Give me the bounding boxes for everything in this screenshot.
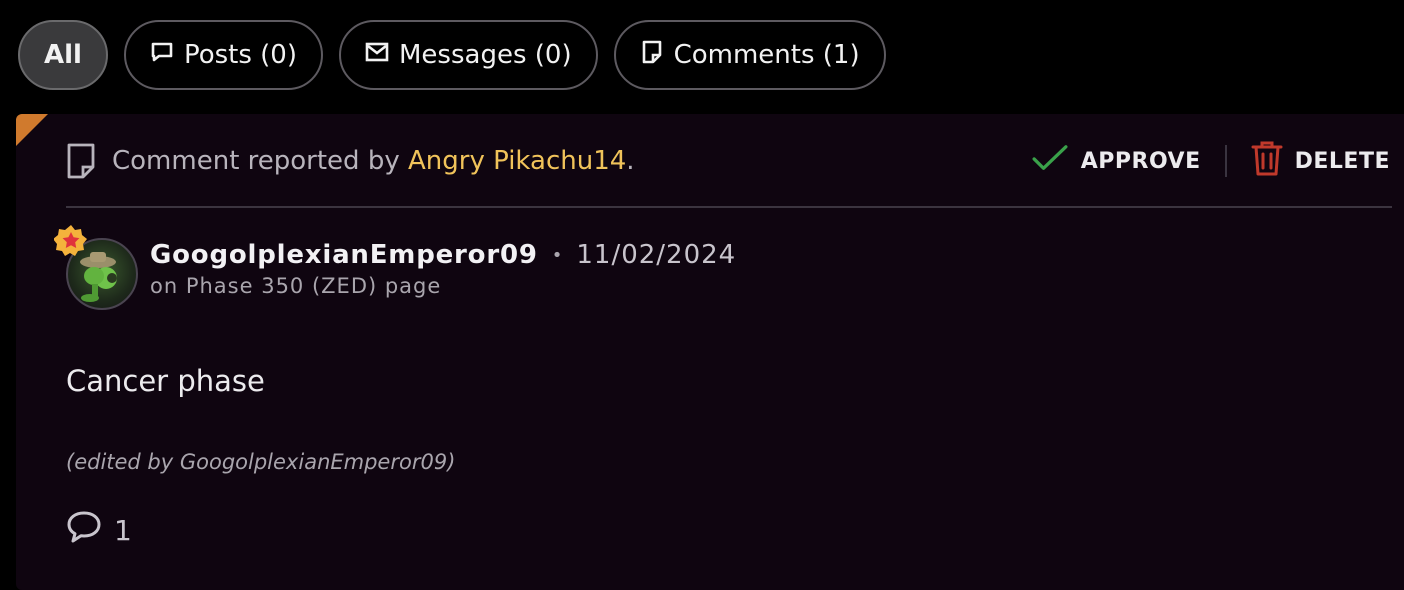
tab-posts[interactable]: Posts (0): [123, 20, 323, 90]
tab-messages[interactable]: Messages (0): [339, 20, 598, 90]
envelope-icon: [365, 40, 389, 71]
checkmark-icon: [1031, 144, 1069, 178]
approve-button[interactable]: APPROVE: [1031, 144, 1201, 178]
comment-body: Cancer phase: [66, 364, 265, 398]
avatar-container[interactable]: [53, 225, 138, 310]
moderation-actions: APPROVE DELETE: [1031, 140, 1390, 182]
speech-bubble-icon: [66, 510, 102, 551]
tab-comments[interactable]: Comments (1): [613, 20, 886, 90]
replies-button[interactable]: 1: [66, 510, 132, 551]
speech-bubble-icon: [150, 40, 174, 71]
reported-comment-card: Comment reported by Angry Pikachu14. APP…: [16, 114, 1404, 590]
note-icon: [66, 143, 96, 179]
comment-context-link[interactable]: on Phase 350 (ZED) page: [150, 274, 736, 298]
report-prefix: Comment reported by: [112, 146, 408, 176]
tab-posts-label: Posts (0): [183, 40, 297, 70]
report-description: Comment reported by Angry Pikachu14.: [112, 146, 635, 176]
star-badge-icon: [53, 224, 88, 258]
report-header: Comment reported by Angry Pikachu14. APP…: [66, 138, 1390, 184]
filter-tabs: All Posts (0) Messages (0) Comments (1): [18, 20, 886, 90]
comment-date: 11/02/2024: [576, 240, 737, 270]
comment-author-row: GoogolplexianEmperor09 • 11/02/2024 on P…: [53, 225, 736, 310]
header-divider: [66, 206, 1392, 208]
card-corner-marker: [16, 114, 48, 146]
trash-icon: [1251, 140, 1283, 182]
tab-comments-label: Comments (1): [673, 40, 860, 70]
delete-label: DELETE: [1294, 148, 1390, 174]
report-suffix: .: [626, 146, 635, 176]
tab-all[interactable]: All: [18, 20, 108, 90]
note-icon: [640, 40, 664, 71]
edited-note: (edited by GoogolplexianEmperor09): [66, 450, 456, 474]
tab-all-label: All: [44, 40, 82, 70]
reporter-name[interactable]: Angry Pikachu14: [408, 146, 626, 176]
action-separator: [1224, 145, 1227, 177]
meta-separator: •: [551, 244, 563, 266]
username-link[interactable]: GoogolplexianEmperor09: [150, 240, 538, 270]
tab-messages-label: Messages (0): [399, 40, 572, 70]
approve-label: APPROVE: [1080, 148, 1201, 174]
author-line: GoogolplexianEmperor09 • 11/02/2024: [150, 240, 736, 270]
reply-count: 1: [114, 514, 132, 547]
author-info: GoogolplexianEmperor09 • 11/02/2024 on P…: [150, 238, 736, 298]
delete-button[interactable]: DELETE: [1251, 140, 1390, 182]
